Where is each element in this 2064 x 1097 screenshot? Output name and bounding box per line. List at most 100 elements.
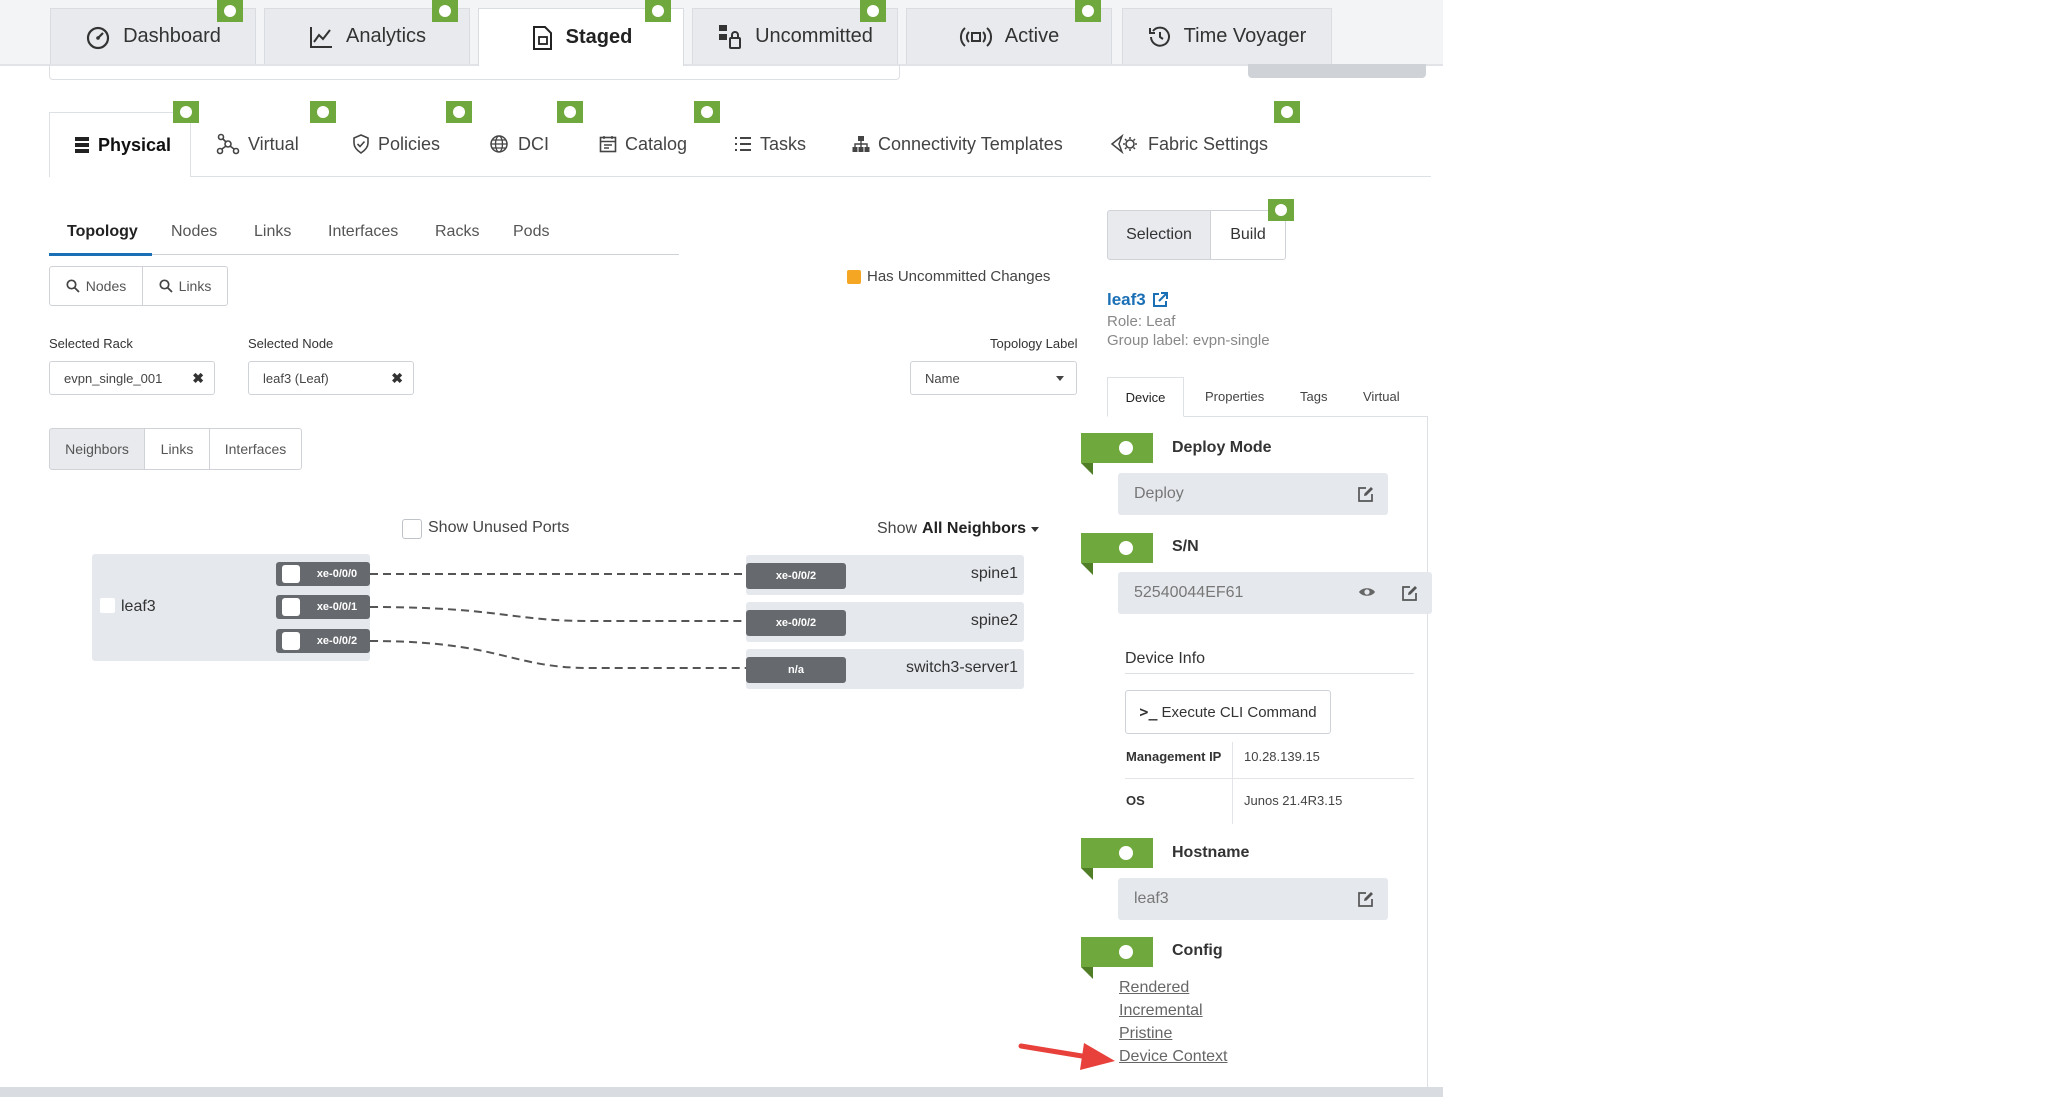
- port-checkbox[interactable]: [282, 565, 300, 583]
- show-neighbors-dropdown[interactable]: Show All Neighbors: [877, 520, 1040, 538]
- status-badge-policies: [446, 101, 472, 123]
- clear-rack-icon[interactable]: ✖: [192, 370, 204, 387]
- port-checkbox[interactable]: [282, 598, 300, 616]
- eye-icon[interactable]: [1358, 585, 1376, 599]
- neighbor-port[interactable]: n/a: [746, 657, 846, 683]
- config-link-device-context[interactable]: Device Context: [1119, 1048, 1228, 1066]
- tab-nodes[interactable]: Nodes: [171, 223, 217, 241]
- legend-uncommitted-swatch: [847, 270, 861, 284]
- os-label: OS: [1126, 793, 1145, 808]
- view-interfaces-label: Interfaces: [224, 441, 287, 457]
- hostname-field: leaf3: [1118, 878, 1388, 920]
- search-icon: [159, 279, 173, 293]
- hierarchy-icon: [852, 135, 870, 153]
- execute-cli-label: Execute CLI Command: [1161, 703, 1317, 721]
- config-link-incremental[interactable]: Incremental: [1119, 1002, 1203, 1020]
- external-link-icon: [1151, 291, 1169, 309]
- tab-selection[interactable]: Selection: [1107, 210, 1211, 260]
- edit-icon[interactable]: [1357, 486, 1374, 503]
- tab-catalog[interactable]: Catalog: [599, 112, 687, 176]
- selected-rack-field[interactable]: evpn_single_001 ✖: [49, 361, 215, 395]
- tab-physical-label: Physical: [98, 134, 172, 155]
- selected-node-field[interactable]: leaf3 (Leaf) ✖: [248, 361, 414, 395]
- neighbor-port[interactable]: xe-0/0/2: [746, 610, 846, 636]
- tab-racks[interactable]: Racks: [435, 223, 479, 241]
- dashboard-icon: [85, 24, 111, 50]
- status-badge-active: [1075, 0, 1101, 22]
- neighbor-port[interactable]: xe-0/0/2: [746, 563, 846, 589]
- deploy-mode-field: Deploy: [1118, 473, 1388, 515]
- caret-down-icon: [1031, 526, 1040, 532]
- neighbor-name: switch3-server1: [905, 659, 1018, 676]
- search-links-button[interactable]: Links: [142, 266, 228, 306]
- tab-interfaces[interactable]: Interfaces: [328, 223, 398, 241]
- node-checkbox[interactable]: [100, 598, 115, 613]
- node-port[interactable]: xe-0/0/1: [276, 595, 370, 619]
- tab-tags[interactable]: Tags: [1300, 389, 1327, 404]
- node-port[interactable]: xe-0/0/2: [276, 629, 370, 653]
- tab-connectivity-templates-label: Connectivity Templates: [878, 133, 1063, 154]
- view-neighbors-button[interactable]: Neighbors: [49, 428, 145, 470]
- tab-fabric-settings[interactable]: Fabric Settings: [1110, 112, 1268, 176]
- neighbor-card[interactable]: xe-0/0/2 spine1: [746, 555, 1024, 595]
- search-nodes-button[interactable]: Nodes: [49, 266, 143, 306]
- status-badge-dci: [557, 101, 583, 123]
- tab-fabric-settings-label: Fabric Settings: [1148, 133, 1269, 154]
- selection-group: Group label: evpn-single: [1107, 332, 1270, 349]
- tab-pods[interactable]: Pods: [513, 223, 549, 241]
- tab-device[interactable]: Device: [1107, 377, 1184, 417]
- tab-active-label: Active: [1004, 25, 1060, 47]
- execute-cli-button[interactable]: >_ Execute CLI Command: [1125, 690, 1331, 734]
- tab-physical[interactable]: Physical: [49, 112, 191, 177]
- status-badge-fabric-settings: [1274, 101, 1300, 123]
- selected-node-value: leaf3 (Leaf): [263, 370, 329, 386]
- port-checkbox[interactable]: [282, 632, 300, 650]
- tab-properties[interactable]: Properties: [1205, 389, 1264, 404]
- tab-staged-label: Staged: [565, 26, 633, 48]
- subtab-active-indicator: [49, 253, 152, 256]
- tab-virtual-device[interactable]: Virtual: [1363, 389, 1400, 404]
- tab-policies[interactable]: Policies: [352, 112, 440, 176]
- sn-value: 52540044EF61: [1134, 584, 1244, 601]
- node-port[interactable]: xe-0/0/0: [276, 562, 370, 586]
- sn-status-tag: [1081, 533, 1153, 575]
- status-badge-staged: [645, 0, 671, 22]
- selection-title-link[interactable]: leaf3: [1107, 290, 1169, 310]
- config-link-rendered[interactable]: Rendered: [1119, 979, 1189, 997]
- view-interfaces-button[interactable]: Interfaces: [209, 428, 302, 470]
- caret-down-icon: [1056, 376, 1064, 381]
- neighbor-card[interactable]: n/a switch3-server1: [746, 649, 1024, 689]
- topology-label-select[interactable]: Name: [910, 361, 1077, 395]
- selected-rack-value: evpn_single_001: [64, 370, 163, 386]
- show-unused-checkbox[interactable]: [402, 519, 422, 539]
- os-value: Junos 21.4R3.15: [1244, 793, 1343, 808]
- tab-virtual[interactable]: Virtual: [216, 112, 299, 176]
- tab-links[interactable]: Links: [254, 223, 291, 241]
- search-nodes-label: Nodes: [85, 278, 127, 294]
- neighbor-card[interactable]: xe-0/0/2 spine2: [746, 602, 1024, 642]
- view-links-button[interactable]: Links: [144, 428, 210, 470]
- edit-icon[interactable]: [1357, 891, 1374, 908]
- annotation-arrow: [1018, 1043, 1115, 1070]
- list-icon: [734, 136, 752, 152]
- neighbor-port-label: xe-0/0/2: [775, 570, 817, 582]
- hostname-value: leaf3: [1134, 890, 1169, 907]
- globe-icon: [488, 134, 510, 154]
- device-info-title: Device Info: [1125, 650, 1206, 667]
- status-badge-analytics: [432, 0, 458, 22]
- tab-time-voyager[interactable]: Time Voyager: [1122, 8, 1332, 64]
- history-icon: [1148, 25, 1172, 49]
- physical-icon: [74, 136, 90, 154]
- tab-connectivity-templates[interactable]: Connectivity Templates: [852, 112, 1063, 176]
- edit-icon[interactable]: [1401, 585, 1418, 602]
- search-icon: [66, 279, 80, 293]
- tab-topology[interactable]: Topology: [67, 223, 138, 241]
- terminal-icon: >_: [1139, 703, 1158, 721]
- config-link-pristine[interactable]: Pristine: [1119, 1025, 1172, 1043]
- tab-dci[interactable]: DCI: [488, 112, 549, 176]
- clear-node-icon[interactable]: ✖: [391, 370, 403, 387]
- tab-analytics-label: Analytics: [345, 25, 427, 47]
- tab-tasks[interactable]: Tasks: [734, 112, 806, 176]
- status-badge-virtual: [310, 101, 336, 123]
- status-badge-catalog: [694, 101, 720, 123]
